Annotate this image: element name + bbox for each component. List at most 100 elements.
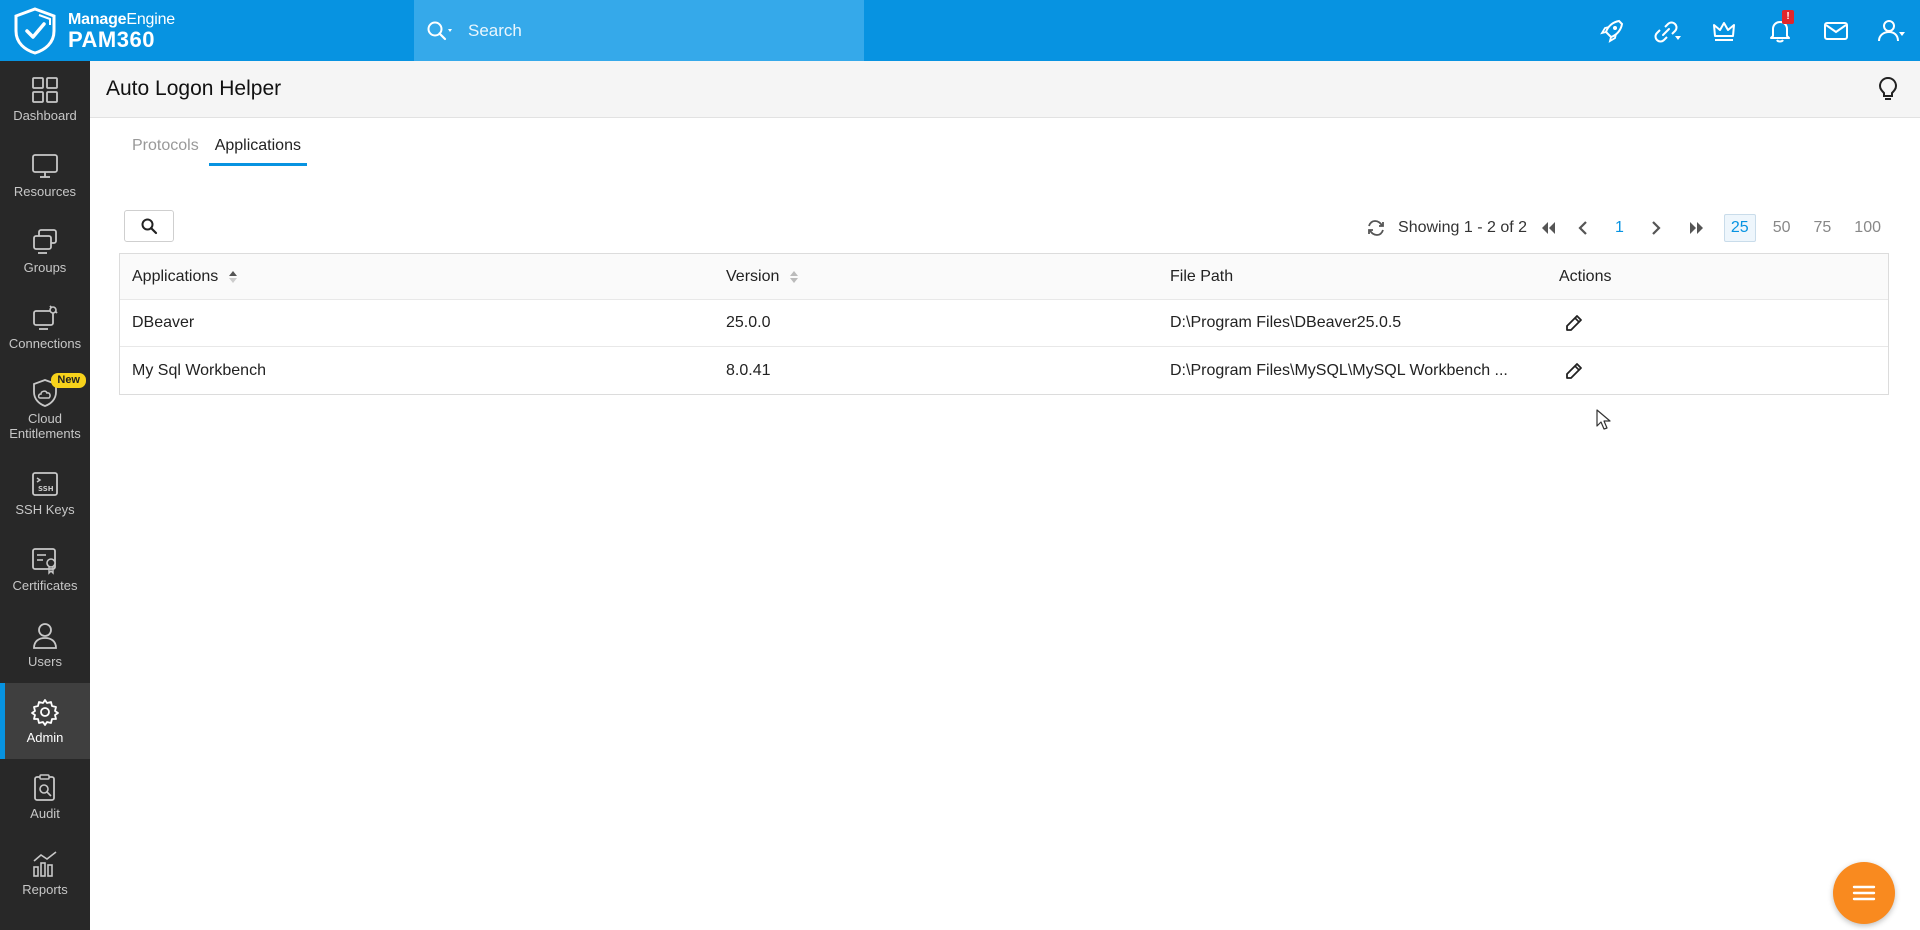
sidebar-item-ssh-keys[interactable]: SSH SSH Keys [0,455,90,531]
sidebar: Dashboard Resources Groups Connections N… [0,61,90,930]
rocket-icon[interactable] [1584,0,1640,61]
top-icon-bar: ! [1584,0,1920,61]
search-icon [141,218,158,235]
pagination: Showing 1 - 2 of 2 1 25 50 75 100 [1360,212,1890,244]
sidebar-item-label: Connections [8,335,82,351]
tab-protocols[interactable]: Protocols [126,133,205,166]
search-input[interactable] [468,20,828,41]
current-page-number[interactable]: 1 [1615,219,1624,237]
link-icon[interactable] [1640,0,1696,61]
monitor-icon [32,153,58,178]
quick-actions-button[interactable] [1833,862,1895,924]
refresh-icon[interactable] [1366,218,1386,238]
new-badge: New [51,373,86,388]
table-header-row: Applications Version File Path Actions [120,254,1888,300]
top-bar: ManageEngine PAM360 ! [0,0,1920,61]
gear-icon [31,698,59,726]
vendor-light: Engine [126,10,175,28]
table-search-button[interactable] [124,210,174,242]
audit-icon [34,773,55,801]
sidebar-item-resources[interactable]: Resources [0,137,90,213]
edit-icon[interactable] [1559,308,1589,338]
cell-version: 25.0.0 [726,314,771,331]
edit-icon[interactable] [1559,356,1589,386]
page-header: Auto Logon Helper [90,61,1920,118]
column-header-applications[interactable]: Applications [120,268,726,286]
cell-file-path: D:\Program Files\MySQL\MySQL Workbench .… [1170,362,1547,380]
sidebar-item-reports[interactable]: Reports [0,835,90,911]
page-size-100[interactable]: 100 [1848,215,1887,241]
search-icon[interactable] [426,20,456,42]
tab-applications[interactable]: Applications [208,133,307,166]
ssh-icon: SSH [32,471,58,496]
sidebar-item-admin[interactable]: Admin [0,683,90,759]
page-size-25[interactable]: 25 [1723,214,1756,242]
cell-actions [1547,356,1887,386]
prev-page-icon[interactable] [1577,221,1589,235]
user-menu-icon[interactable] [1864,0,1920,61]
tab-bar: Protocols Applications [126,133,311,166]
column-header-version[interactable]: Version [726,268,1170,286]
cell-version: 8.0.41 [726,361,771,379]
mouse-pointer-icon [1596,409,1612,436]
cell-file-path: D:\Program Files\DBeaver25.0.5 [1170,314,1547,332]
sidebar-item-label: Reports [22,881,68,897]
sidebar-item-label: Cloud Entitlements [9,411,81,441]
cell-application: My Sql Workbench [132,361,266,379]
sort-icon[interactable] [228,270,238,284]
groups-icon [33,228,57,254]
logo-text: ManageEngine PAM360 [68,10,175,52]
pagination-summary: Showing 1 - 2 of 2 [1398,219,1527,236]
shield-logo-icon [14,7,56,55]
sidebar-item-cloud-entitlements[interactable]: New Cloud Entitlements [0,365,90,455]
sidebar-item-label: Users [28,653,62,669]
sidebar-item-label: Resources [13,183,77,199]
connections-icon [33,304,58,330]
hamburger-menu-icon [1852,885,1876,901]
sidebar-item-groups[interactable]: Groups [0,213,90,289]
page-title: Auto Logon Helper [106,77,282,100]
reports-icon [33,850,57,877]
crown-icon[interactable] [1696,0,1752,61]
sidebar-item-label: Groups [23,259,67,275]
table-row: My Sql Workbench 8.0.41 D:\Program Files… [120,347,1888,394]
main-content: Auto Logon Helper Protocols Applications… [90,61,1920,930]
column-header-file-path: File Path [1170,268,1547,286]
first-page-icon[interactable] [1539,221,1557,235]
last-page-icon[interactable] [1688,221,1706,235]
page-size-75[interactable]: 75 [1808,215,1838,241]
file-path-text: D:\Program Files\MySQL\MySQL Workbench .… [1170,361,1508,379]
vendor-name: ManageEngine [68,10,175,28]
certificate-icon [32,547,56,575]
mail-icon[interactable] [1808,0,1864,61]
sort-icon[interactable] [789,270,799,284]
cell-actions [1547,308,1887,338]
file-path-text: D:\Program Files\DBeaver25.0.5 [1170,314,1402,331]
bell-icon[interactable]: ! [1752,0,1808,61]
column-header-label: Actions [1559,267,1612,285]
sidebar-item-label: SSH Keys [15,501,75,517]
applications-table: Applications Version File Path Actions D… [119,253,1889,395]
sidebar-item-dashboard[interactable]: Dashboard [0,61,90,137]
sidebar-item-label: Admin [26,729,64,745]
sidebar-item-label: Dashboard [13,107,77,123]
table-row: DBeaver 25.0.0 D:\Program Files\DBeaver2… [120,300,1888,347]
sidebar-item-label: Certificates [12,577,78,593]
sidebar-item-audit[interactable]: Audit [0,759,90,835]
sidebar-item-certificates[interactable]: Certificates [0,531,90,607]
column-header-label: Version [726,267,780,285]
sidebar-item-label: Audit [30,805,60,821]
notification-badge: ! [1782,10,1794,24]
vendor-strong: Manage [68,10,127,28]
product-name: PAM360 [68,26,155,52]
user-icon [33,622,57,649]
product-logo[interactable]: ManageEngine PAM360 [12,6,412,56]
lightbulb-icon[interactable] [1876,75,1900,108]
page-size-50[interactable]: 50 [1767,215,1797,241]
global-search[interactable] [414,0,864,61]
svg-text:SSH: SSH [38,485,54,493]
next-page-icon[interactable] [1650,221,1662,235]
sidebar-item-users[interactable]: Users [0,607,90,683]
column-header-label: File Path [1170,267,1234,285]
sidebar-item-connections[interactable]: Connections [0,289,90,365]
